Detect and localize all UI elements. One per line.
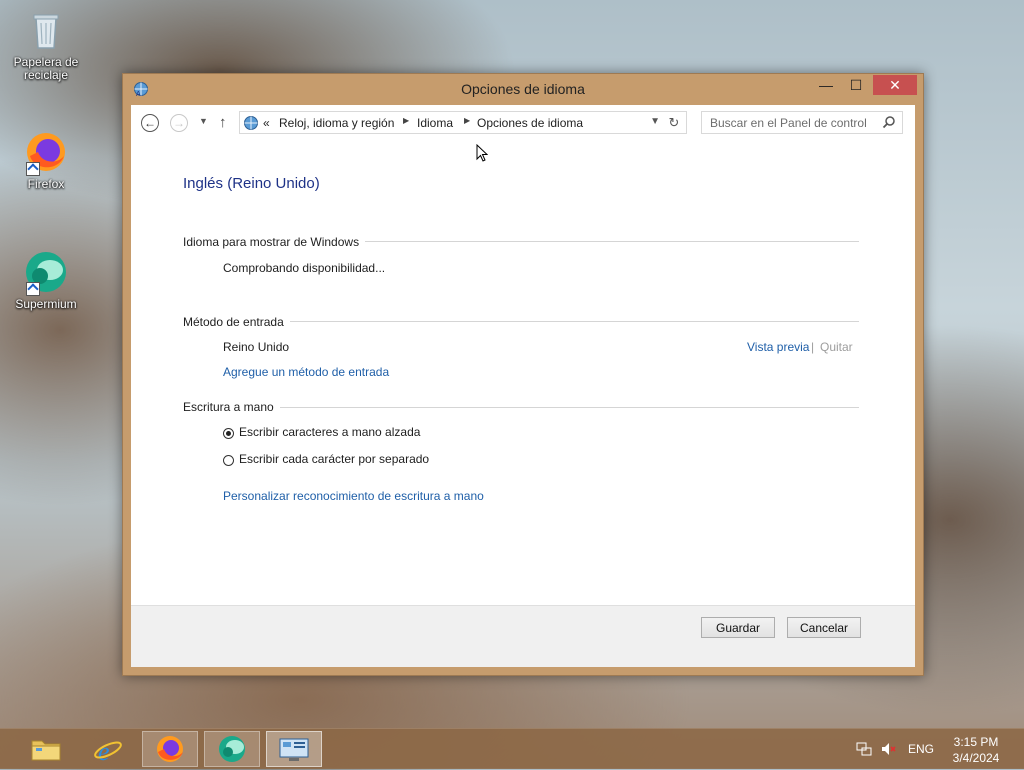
window-content: ← → ▼ ↑ « Reloj, idioma y región ▶ Idiom… bbox=[131, 105, 915, 667]
search-icon[interactable] bbox=[882, 115, 896, 129]
breadcrumb-language[interactable]: Idioma bbox=[417, 116, 453, 130]
breadcrumb-overflow[interactable]: « bbox=[263, 116, 270, 130]
dialog-footer: Guardar Cancelar bbox=[131, 605, 915, 667]
shortcut-arrow-icon bbox=[26, 282, 40, 296]
network-icon[interactable] bbox=[856, 741, 872, 760]
shortcut-arrow-icon bbox=[26, 162, 40, 176]
close-button[interactable]: ✕ bbox=[873, 75, 917, 95]
add-input-method-link[interactable]: Agregue un método de entrada bbox=[223, 365, 389, 379]
maximize-button[interactable]: ☐ bbox=[841, 75, 871, 95]
radio-label-freehand[interactable]: Escribir caracteres a mano alzada bbox=[239, 425, 420, 439]
internet-explorer-icon: e bbox=[94, 737, 122, 766]
taskbar-control-panel[interactable] bbox=[266, 731, 322, 767]
radio-separate-characters[interactable] bbox=[223, 455, 234, 466]
desktop-icon-firefox[interactable]: Firefox bbox=[6, 130, 86, 191]
control-panel-icon bbox=[279, 738, 309, 761]
radio-label-separate-characters[interactable]: Escribir cada carácter por separado bbox=[239, 452, 429, 466]
taskbar-internet-explorer[interactable]: e bbox=[80, 731, 136, 767]
cancel-button[interactable]: Cancelar bbox=[787, 617, 861, 638]
breadcrumb-separator-icon[interactable]: ▶ bbox=[464, 116, 470, 125]
breadcrumb-clock-language-region[interactable]: Reloj, idioma y región bbox=[279, 116, 394, 130]
recycle-bin-icon bbox=[24, 8, 68, 52]
desktop-icon-recycle-bin[interactable]: Papelera de reciclaje bbox=[6, 8, 86, 82]
clock-date[interactable]: 3/4/2024 bbox=[948, 751, 1004, 765]
save-button[interactable]: Guardar bbox=[701, 617, 775, 638]
supermium-icon bbox=[219, 736, 245, 762]
taskbar-firefox[interactable] bbox=[142, 731, 198, 767]
breadcrumb-language-options[interactable]: Opciones de idioma bbox=[477, 116, 583, 130]
desktop-icon-label: Papelera de reciclaje bbox=[13, 55, 79, 82]
window-title: Opciones de idioma bbox=[461, 81, 585, 97]
title-bar[interactable]: A Opciones de idioma — ☐ ✕ bbox=[123, 74, 923, 102]
firefox-icon bbox=[157, 736, 183, 762]
volume-muted-icon[interactable] bbox=[880, 741, 896, 760]
recent-locations-chevron-icon[interactable]: ▼ bbox=[199, 116, 208, 126]
firefox-icon bbox=[24, 130, 68, 176]
clock-time[interactable]: 3:15 PM bbox=[948, 735, 1004, 749]
supermium-icon bbox=[24, 250, 68, 296]
svg-text:e: e bbox=[98, 737, 110, 766]
preview-link[interactable]: Vista previa bbox=[747, 340, 809, 354]
language-heading: Inglés (Reino Unido) bbox=[183, 175, 320, 192]
section-title-handwriting: Escritura a mano bbox=[183, 400, 280, 414]
desktop-icon-label: Firefox bbox=[27, 177, 65, 191]
input-method-name: Reino Unido bbox=[223, 340, 290, 354]
up-arrow-button[interactable]: ↑ bbox=[219, 114, 227, 131]
availability-status: Comprobando disponibilidad... bbox=[223, 261, 386, 275]
breadcrumb-separator-icon[interactable]: ▶ bbox=[403, 116, 409, 125]
personalize-handwriting-link[interactable]: Personalizar reconocimiento de escritura… bbox=[223, 489, 484, 503]
refresh-icon[interactable]: ↻ bbox=[666, 115, 682, 131]
taskbar-file-explorer[interactable] bbox=[18, 731, 74, 767]
back-button[interactable]: ← bbox=[141, 114, 159, 132]
address-bar[interactable]: « Reloj, idioma y región ▶ Idioma ▶ Opci… bbox=[239, 111, 687, 134]
language-options-window: A Opciones de idioma — ☐ ✕ ← → ▼ ↑ « Rel… bbox=[122, 73, 924, 676]
link-separator: | bbox=[811, 340, 815, 354]
remove-link[interactable]: Quitar bbox=[820, 340, 853, 354]
radio-freehand[interactable] bbox=[223, 428, 234, 439]
folder-icon bbox=[31, 740, 61, 761]
forward-button[interactable]: → bbox=[170, 114, 188, 132]
section-title-input-method: Método de entrada bbox=[183, 315, 290, 329]
input-language-indicator[interactable]: ENG bbox=[908, 742, 934, 756]
control-panel-language-icon bbox=[243, 115, 259, 131]
section-title-display-language: Idioma para mostrar de Windows bbox=[183, 235, 366, 249]
taskbar: e ENG 3:15 PM 3/4/2024 bbox=[0, 728, 1024, 769]
desktop-icon-supermium[interactable]: Supermium bbox=[6, 250, 86, 311]
mouse-cursor-icon bbox=[476, 143, 489, 162]
minimize-button[interactable]: — bbox=[811, 75, 841, 95]
desktop-icon-label: Supermium bbox=[15, 297, 77, 311]
address-dropdown-chevron-icon[interactable]: ▼ bbox=[650, 116, 660, 127]
search-input[interactable]: Buscar en el Panel de control bbox=[701, 111, 903, 134]
search-placeholder: Buscar en el Panel de control bbox=[710, 116, 867, 130]
section-divider bbox=[183, 407, 859, 408]
taskbar-supermium[interactable] bbox=[204, 731, 260, 767]
